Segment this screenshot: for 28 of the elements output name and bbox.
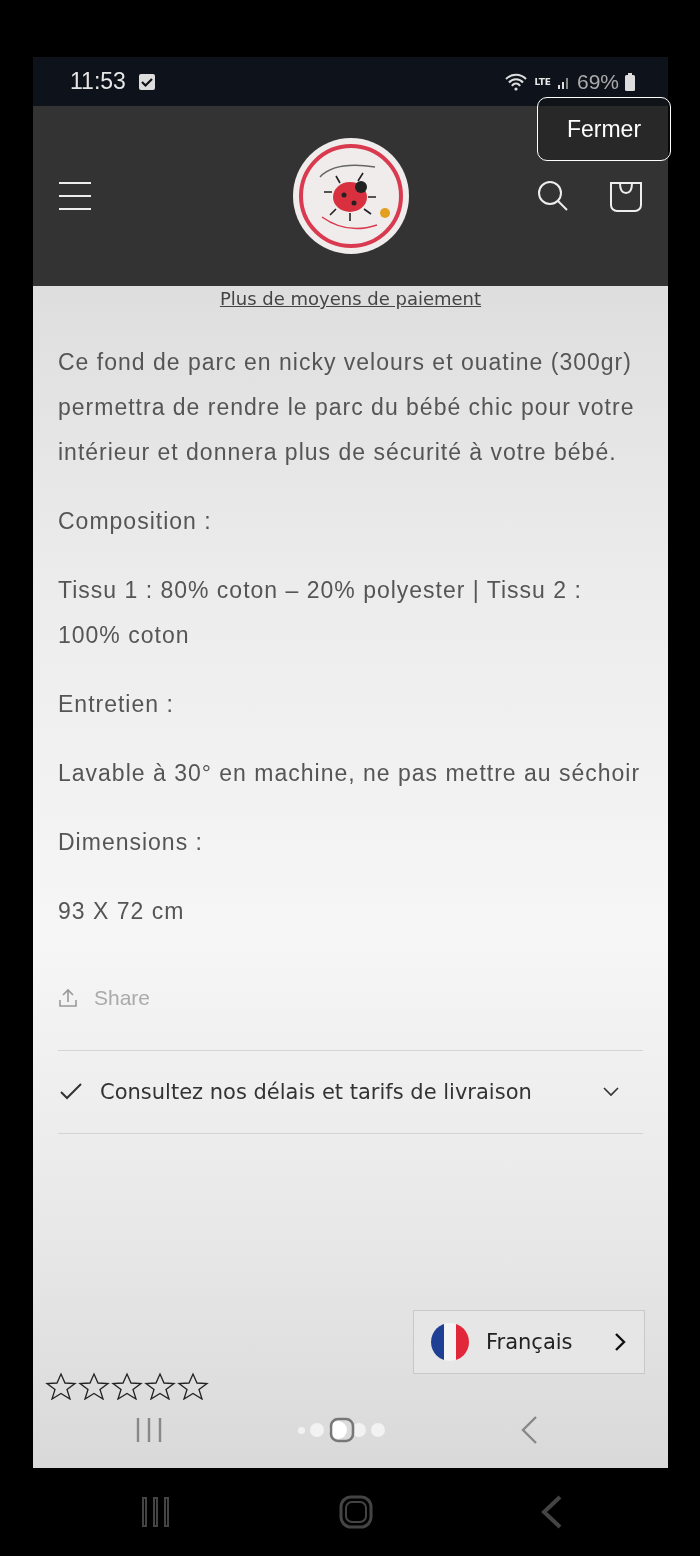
- back-icon[interactable]: [520, 1415, 538, 1445]
- clock: 11:53: [70, 68, 126, 95]
- description-text: Entretien :: [58, 690, 175, 719]
- search-icon[interactable]: [537, 180, 569, 212]
- description-text: Lavable à 30° en machine, ne pas mettre au séchoir: [58, 759, 642, 788]
- battery-icon: [625, 72, 635, 91]
- checkbox-notification-icon: [137, 72, 156, 91]
- checkmark-icon: [60, 1083, 82, 1101]
- description-text: Composition :: [58, 507, 213, 536]
- chevron-right-icon: [614, 1332, 628, 1352]
- battery-percent: 69%: [576, 69, 619, 94]
- shopping-bag-icon[interactable]: [609, 179, 643, 213]
- menu-icon[interactable]: [58, 181, 92, 211]
- description-text: Ce fond de parc en nicky velours et ouatine (300gr) permettra de rendre le parc du bébé chic pour votre intérieur et donnera plus de sécurité à votre bébé.: [58, 348, 636, 467]
- shipping-accordion[interactable]: Consultez nos délais et tarifs de livraison: [58, 1050, 643, 1134]
- network-label: LTE: [534, 76, 551, 87]
- french-flag-icon: [430, 1322, 470, 1362]
- recent-apps-icon[interactable]: [135, 1417, 163, 1443]
- description-text: Dimensions :: [58, 828, 204, 857]
- close-button[interactable]: Fermer: [537, 97, 671, 161]
- language-selector[interactable]: Français: [413, 1310, 645, 1374]
- wifi-icon: [504, 72, 529, 91]
- share-icon: [58, 988, 78, 1008]
- chevron-down-icon: [603, 1087, 619, 1097]
- payment-options-link[interactable]: Plus de moyens de paiement: [219, 288, 482, 310]
- description-text: Tissu 1 : 80% coton – 20% polyester | Tissu 2 : 100% coton: [58, 576, 583, 650]
- description-text: 93 X 72 cm: [58, 897, 186, 926]
- home-icon[interactable]: [328, 1417, 355, 1443]
